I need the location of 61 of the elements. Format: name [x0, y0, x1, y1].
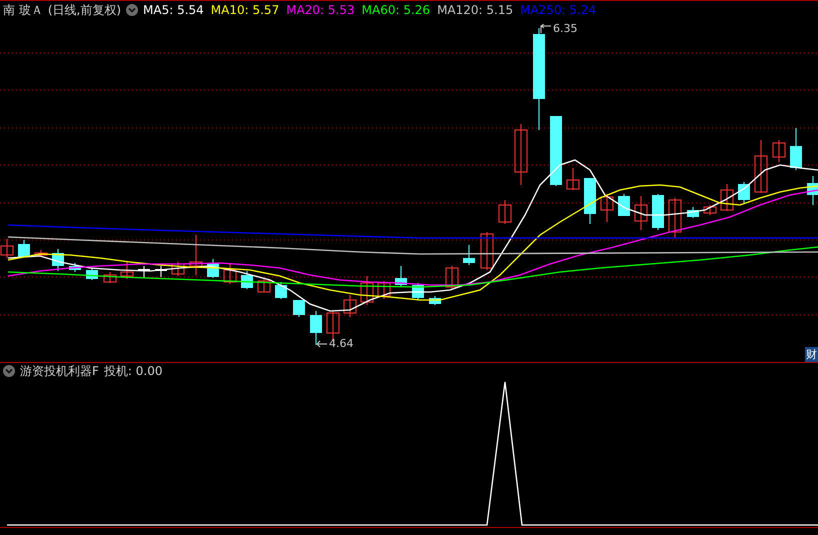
candlestick: [360, 276, 374, 306]
pointer-arrow-icon: [316, 338, 328, 348]
candlestick: [668, 198, 682, 238]
candlestick: [310, 310, 322, 346]
indicator-name: 游资投机利器F: [20, 362, 99, 380]
candlestick: [600, 194, 614, 222]
candlestick: [807, 176, 818, 206]
moving-average-value: MA5: 5.54: [143, 3, 204, 17]
candlestick: [652, 194, 664, 230]
candlestick: [378, 280, 390, 300]
candlestick: [584, 178, 596, 224]
low-price-label: 4.64: [329, 337, 354, 350]
collapse-toggle-icon[interactable]: [3, 365, 15, 377]
candlestick: [138, 266, 150, 278]
finance-badge[interactable]: 财: [805, 347, 818, 362]
moving-average-value: MA120: 5.15: [437, 3, 514, 17]
candlestick: [480, 232, 494, 270]
candlestick: [69, 262, 81, 272]
candlestick: [634, 196, 648, 230]
candlestick: [34, 250, 48, 256]
candlestick: [704, 204, 716, 216]
candlestick: [754, 140, 768, 194]
candlestick: [790, 128, 802, 170]
candlestick: [446, 266, 458, 290]
candlestick: [104, 272, 116, 284]
collapse-toggle-icon[interactable]: [126, 4, 138, 16]
pointer-arrow-icon: [540, 24, 552, 34]
candlestick: [258, 278, 270, 292]
moving-average-value: MA250: 5.24: [520, 3, 596, 17]
candlestick: [498, 200, 512, 224]
candlestick: [172, 262, 184, 276]
candlestick: [720, 184, 734, 212]
high-price-label: 6.35: [553, 22, 578, 35]
moving-average-value: MA60: 5.26: [362, 3, 430, 17]
candlestick: [0, 238, 14, 258]
moving-average-value: MA10: 5.57: [210, 3, 280, 17]
candlestick: [429, 296, 441, 306]
moving-average-value: MA20: 5.53: [286, 3, 355, 17]
candlestick: [224, 264, 236, 284]
candlestick: [293, 300, 305, 318]
candlestick: [120, 262, 134, 280]
period-label: (日线,前复权): [48, 2, 122, 18]
stock-name: 南 玻Ａ: [3, 2, 43, 18]
candlestick: [463, 244, 475, 266]
candlestick: [155, 266, 167, 278]
candlestick: [772, 140, 786, 162]
candlestick: [687, 206, 699, 218]
candlestick: [190, 234, 202, 276]
candlestick: [52, 248, 64, 272]
candlestick: [514, 124, 528, 186]
candlestick: [550, 116, 562, 186]
candlestick: [241, 270, 253, 290]
candlestick: [207, 258, 219, 278]
indicator-value: 投机: 0.00: [104, 362, 162, 380]
candlestick: [566, 168, 580, 190]
candlestick: [738, 182, 750, 204]
candlestick: [18, 240, 30, 258]
candlestick: [275, 282, 287, 300]
candlestick: [344, 294, 356, 318]
candlestick: [395, 266, 407, 288]
candlestick: [618, 194, 630, 216]
